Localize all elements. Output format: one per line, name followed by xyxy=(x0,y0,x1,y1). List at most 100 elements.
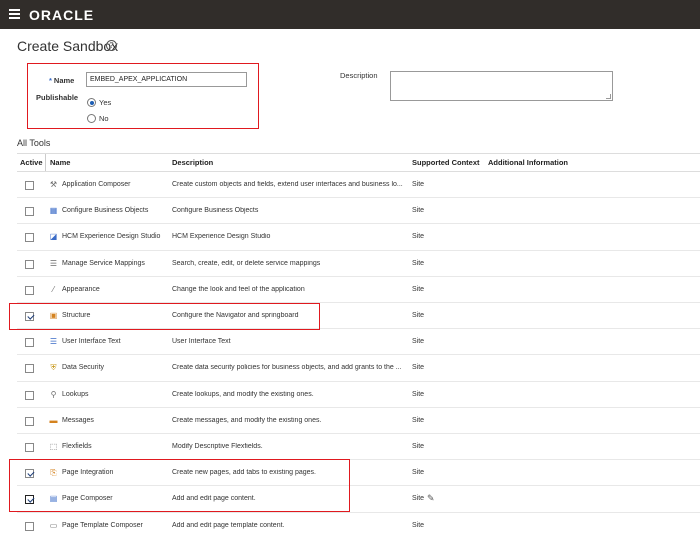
tool-description: HCM Experience Design Studio xyxy=(172,233,271,241)
tool-name: Application Composer xyxy=(62,181,131,188)
tool-name: Messages xyxy=(62,416,94,424)
table-row[interactable]: ☰ User Interface Text User Interface Text S… xyxy=(17,329,700,356)
help-icon[interactable]: ? xyxy=(106,40,117,51)
tool-name: User Interface Text xyxy=(62,338,121,346)
tool-description: Modify Descriptive Flexfields. xyxy=(172,443,263,450)
oracle-logo[interactable]: ORACLE xyxy=(29,7,94,23)
table-row[interactable]: ◪ HCM Experience Design Studio HCM Experie… xyxy=(17,224,700,251)
tool-description: Add and edit page content. xyxy=(172,495,256,503)
active-checkbox[interactable] xyxy=(25,416,34,426)
tool-context: Site xyxy=(412,390,425,398)
active-checkbox[interactable] xyxy=(25,285,34,295)
active-checkbox[interactable] xyxy=(25,443,34,452)
all-tools-title: All Tools xyxy=(17,138,51,148)
page-composer-icon: ▤ xyxy=(49,494,58,504)
table-row[interactable]: ▣ Structure Configure the Navigator and sp… xyxy=(17,303,700,330)
wrench-icon: ⚒ xyxy=(49,180,58,189)
tool-name: HCM Experience Design Studio xyxy=(62,233,161,241)
message-icon: ▬ xyxy=(49,415,58,425)
description-textarea[interactable] xyxy=(390,71,613,101)
tool-context: Site xyxy=(412,312,425,319)
resize-grip-icon[interactable] xyxy=(606,94,611,99)
description-label: Description xyxy=(340,71,378,80)
column-header-name[interactable]: Name xyxy=(50,158,70,167)
objects-icon: ▦ xyxy=(49,206,58,216)
tool-name: Appearance xyxy=(62,285,100,293)
brush-icon: ⁄ xyxy=(52,284,55,294)
hamburger-menu-icon[interactable] xyxy=(9,9,20,19)
active-checkbox[interactable] xyxy=(25,312,34,321)
publishable-no-radio[interactable] xyxy=(87,114,96,123)
tool-description: User Interface Text xyxy=(172,338,231,346)
table-row[interactable]: ▬ Messages Create messages, and modify the… xyxy=(17,408,700,434)
column-divider xyxy=(45,154,46,171)
list-icon: ☰ xyxy=(49,258,58,268)
tool-description: Create lookups, and modify the existing … xyxy=(172,390,314,398)
table-row[interactable]: ⎘ Page Integration Create new pages, add t… xyxy=(17,460,700,487)
table-row[interactable]: ▤ Page Composer Add and edit page content.… xyxy=(17,486,700,513)
tool-context: Site xyxy=(412,207,425,215)
design-studio-icon: ◪ xyxy=(49,232,58,242)
tool-name: Manage Service Mappings xyxy=(62,259,145,267)
column-header-context[interactable]: Supported Context xyxy=(412,158,480,167)
table-row[interactable]: ▦ Configure Business Objects Configure Bus… xyxy=(17,198,700,225)
tool-description: Configure Business Objects xyxy=(172,207,259,215)
table-top-divider xyxy=(17,153,700,154)
table-row[interactable]: ⛨ Data Security Create data security polic… xyxy=(17,355,700,382)
tool-name: Flexfields xyxy=(62,443,92,450)
active-checkbox[interactable] xyxy=(25,338,34,348)
tool-description: Create data security policies for busine… xyxy=(172,364,402,372)
active-checkbox[interactable] xyxy=(25,364,34,374)
active-checkbox[interactable] xyxy=(25,259,34,269)
column-header-description[interactable]: Description xyxy=(172,158,213,167)
tool-name: Data Security xyxy=(62,364,105,372)
active-checkbox[interactable] xyxy=(25,469,34,479)
tool-name: Page Template Composer xyxy=(62,521,143,529)
table-row[interactable]: ⁄ Appearance Change the look and feel of t… xyxy=(17,277,700,303)
tool-name: Lookups xyxy=(62,390,89,398)
tool-name: Structure xyxy=(62,312,91,319)
column-header-info[interactable]: Additional Information xyxy=(488,158,568,167)
table-row[interactable]: ▭ Page Template Composer Add and edit page… xyxy=(17,513,700,536)
tool-name: Configure Business Objects xyxy=(62,207,149,215)
tool-description: Create custom objects and fields, extend… xyxy=(172,181,403,188)
grid-icon: ▣ xyxy=(49,311,58,320)
name-label: * Name xyxy=(49,76,75,85)
tool-context: Site xyxy=(412,521,425,529)
shield-icon: ⛨ xyxy=(50,363,57,373)
publishable-yes-radio[interactable] xyxy=(87,98,96,107)
table-row[interactable]: ⬚ Flexfields Modify Descriptive Flexfields… xyxy=(17,434,700,461)
tool-context: Site xyxy=(412,469,425,477)
pencil-icon[interactable]: ✎ xyxy=(427,493,435,504)
column-header-active[interactable]: Active xyxy=(20,158,43,167)
tool-description: Create messages, and modify the existing… xyxy=(172,416,322,424)
page-template-icon: ▭ xyxy=(49,520,58,530)
table-row[interactable]: ☰ Manage Service Mappings Search, create, … xyxy=(17,251,700,277)
table-row[interactable]: ⚲ Lookups Create lookups, and modify the e… xyxy=(17,382,700,408)
tool-context: Site xyxy=(412,495,425,503)
page-add-icon: ⎘ xyxy=(50,468,57,478)
active-checkbox[interactable] xyxy=(25,233,34,243)
tool-context: Site xyxy=(412,443,425,450)
active-checkbox[interactable] xyxy=(25,390,34,400)
tool-context: Site xyxy=(412,285,425,293)
tool-name: Page Integration xyxy=(62,469,114,477)
active-checkbox[interactable] xyxy=(25,495,34,505)
publishable-yes-label: Yes xyxy=(99,98,112,107)
publishable-label: Publishable xyxy=(36,93,79,102)
tool-context: Site xyxy=(412,338,425,346)
tool-context: Site xyxy=(412,233,425,241)
flexfield-icon: ⬚ xyxy=(49,442,58,451)
active-checkbox[interactable] xyxy=(25,521,34,531)
active-checkbox[interactable] xyxy=(25,181,34,190)
search-icon: ⚲ xyxy=(50,389,57,399)
tool-context: Site xyxy=(412,181,425,188)
top-bar: ORACLE xyxy=(0,0,700,29)
tool-context: Site xyxy=(412,364,425,372)
name-input[interactable] xyxy=(86,72,247,87)
active-checkbox[interactable] xyxy=(25,207,34,217)
table-row[interactable]: ⚒ Application Composer Create custom objec… xyxy=(17,172,700,199)
publishable-no-label: No xyxy=(99,114,109,123)
tool-description: Add and edit page template content. xyxy=(172,521,285,529)
required-icon: * xyxy=(49,76,52,85)
